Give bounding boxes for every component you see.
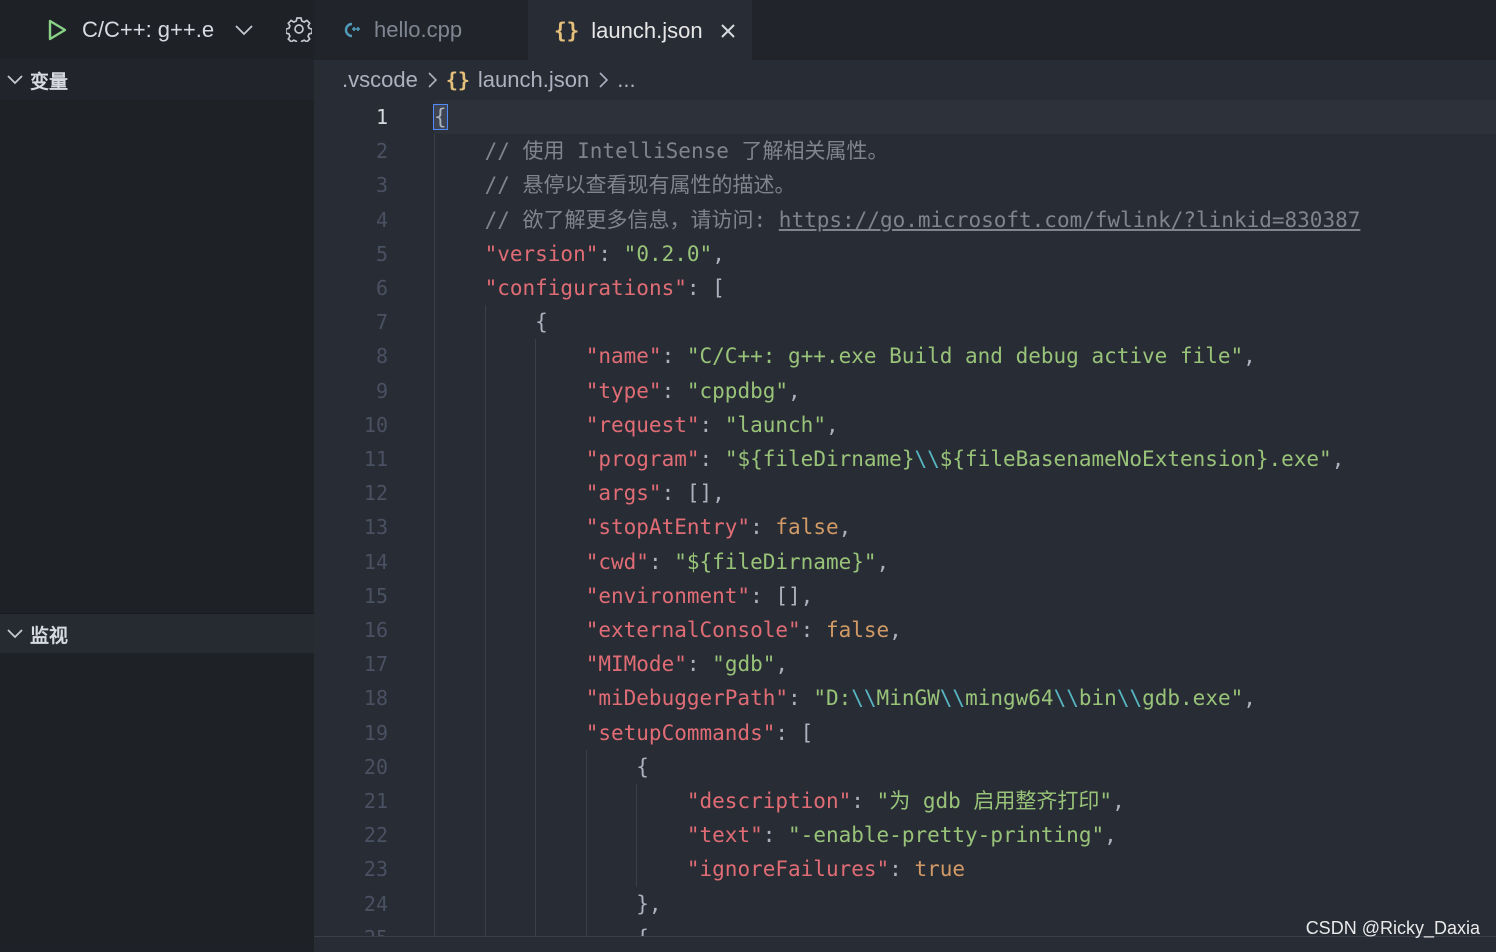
editor-tab-bar: hello.cpp {} launch.json xyxy=(314,0,1496,60)
line-number: 22 xyxy=(363,823,388,848)
play-icon xyxy=(48,19,67,41)
json-braces-icon: {} xyxy=(445,68,470,92)
line-number: 10 xyxy=(363,412,388,437)
line-number: 4 xyxy=(375,207,388,232)
code-line[interactable]: "args": [], xyxy=(434,476,725,510)
watch-section-title: 监视 xyxy=(30,624,69,647)
line-number: 1 xyxy=(375,105,388,129)
watch-section-header[interactable]: 监视 xyxy=(0,613,314,654)
code-line[interactable]: "text": "-enable-pretty-printing", xyxy=(434,818,1117,852)
line-number: 15 xyxy=(363,583,388,608)
watermark: CSDN @Ricky_Daxia xyxy=(1305,918,1480,938)
variables-panel xyxy=(0,100,314,613)
code-line[interactable]: // 悬停以查看现有属性的描述。 xyxy=(434,168,796,202)
indent-guide xyxy=(484,305,486,936)
tab-label: launch.json xyxy=(591,17,703,43)
line-number: 6 xyxy=(375,276,388,300)
line-number: 16 xyxy=(363,618,388,642)
line-number: 14 xyxy=(363,549,388,574)
code-line[interactable]: "environment": [], xyxy=(434,579,814,613)
line-number: 17 xyxy=(363,652,388,677)
watch-panel xyxy=(0,653,314,951)
gear-icon xyxy=(286,17,312,42)
open-launch-json-button[interactable] xyxy=(285,14,313,44)
chevron-down-icon xyxy=(6,627,24,641)
indent-guide xyxy=(434,134,435,936)
chevron-down-icon xyxy=(6,73,24,87)
indent-guide xyxy=(535,339,537,936)
tab-hello-cpp[interactable]: hello.cpp xyxy=(336,0,526,59)
code-line[interactable]: "cwd": "${fileDirname}", xyxy=(434,545,889,579)
line-number: 19 xyxy=(363,720,388,745)
code-line[interactable]: "name": "C/C++: g++.exe Build and debug … xyxy=(434,339,1256,373)
code-line[interactable]: "setupCommands": [ xyxy=(434,716,814,750)
code-line[interactable]: "version": "0.2.0", xyxy=(434,237,725,271)
debug-configuration-select[interactable]: C/C++: g++.e xyxy=(82,13,260,47)
line-number: 18 xyxy=(363,686,388,711)
variables-section-header[interactable]: 变量 xyxy=(0,60,314,100)
breadcrumb-folder[interactable]: .vscode xyxy=(342,67,418,93)
debug-configuration-label: C/C++: g++.e xyxy=(82,17,215,42)
code-line[interactable]: // 使用 IntelliSense 了解相关属性。 xyxy=(434,134,889,168)
line-number-gutter: 1234567891011121314151617181920212223242… xyxy=(314,100,414,936)
code-editor[interactable]: 1234567891011121314151617181920212223242… xyxy=(314,100,1496,936)
line-number: 9 xyxy=(375,378,388,403)
code-line[interactable]: // 欲了解更多信息，请访问: https://go.microsoft.com… xyxy=(434,203,1361,237)
code-line[interactable]: { xyxy=(434,921,649,936)
line-number: 2 xyxy=(375,139,388,164)
indent-guide xyxy=(585,749,587,936)
breadcrumb: .vscode {} launch.json ... xyxy=(314,60,1496,100)
indent-guide xyxy=(636,784,638,887)
code-line[interactable]: { xyxy=(434,305,548,339)
line-number: 7 xyxy=(375,310,388,335)
code-line[interactable]: "description": "为 gdb 启用整齐打印", xyxy=(434,784,1125,818)
code-line[interactable]: "miDebuggerPath": "D:\\MinGW\\mingw64\\b… xyxy=(434,681,1256,715)
debug-toolbar: C/C++: g++.e xyxy=(0,0,314,59)
code-line[interactable]: "program": "${fileDirname}\\${fileBasena… xyxy=(434,442,1345,476)
code-line[interactable]: "type": "cppdbg", xyxy=(434,374,801,408)
code-line[interactable]: }, xyxy=(434,887,661,921)
tab-label: hello.cpp xyxy=(374,16,463,42)
line-number: 20 xyxy=(363,754,388,779)
chevron-down-icon xyxy=(234,17,254,43)
debug-sidebar: C/C++: g++.e 变量 监视 xyxy=(0,0,314,951)
tab-launch-json[interactable]: {} launch.json xyxy=(528,0,752,60)
breadcrumb-file-label: launch.json xyxy=(477,67,590,92)
line-number: 8 xyxy=(375,344,388,369)
cpp-file-icon xyxy=(340,20,362,40)
chevron-right-icon xyxy=(426,71,438,89)
breadcrumb-file[interactable]: {} launch.json xyxy=(446,67,589,93)
code-line[interactable]: { xyxy=(434,750,649,784)
line-number: 12 xyxy=(363,481,388,506)
line-number: 11 xyxy=(363,447,388,471)
line-number: 13 xyxy=(363,515,388,540)
line-number: 3 xyxy=(375,173,388,198)
close-icon[interactable] xyxy=(719,22,737,40)
line-number: 23 xyxy=(363,857,388,882)
code-line[interactable]: { xyxy=(433,100,448,134)
code-line[interactable]: "MIMode": "gdb", xyxy=(434,647,788,681)
breadcrumb-symbol[interactable]: ... xyxy=(617,67,635,93)
line-number: 5 xyxy=(375,241,388,266)
start-debugging-button[interactable] xyxy=(44,15,70,45)
code-line[interactable]: "configurations": [ xyxy=(434,271,725,305)
code-area[interactable]: { // 使用 IntelliSense 了解相关属性。 // 悬停以查看现有属… xyxy=(433,100,1496,936)
code-line[interactable]: "stopAtEntry": false, xyxy=(434,510,852,544)
code-line[interactable]: "ignoreFailures": true xyxy=(434,852,965,886)
line-number: 25 xyxy=(314,921,388,936)
line-number: 24 xyxy=(363,891,388,916)
code-line[interactable]: "request": "launch", xyxy=(434,408,839,442)
variables-section-title: 变量 xyxy=(30,70,69,93)
code-line[interactable]: "externalConsole": false, xyxy=(434,613,902,647)
json-braces-icon: {} xyxy=(554,18,580,43)
line-number: 21 xyxy=(363,789,388,813)
chevron-right-icon xyxy=(597,71,609,89)
